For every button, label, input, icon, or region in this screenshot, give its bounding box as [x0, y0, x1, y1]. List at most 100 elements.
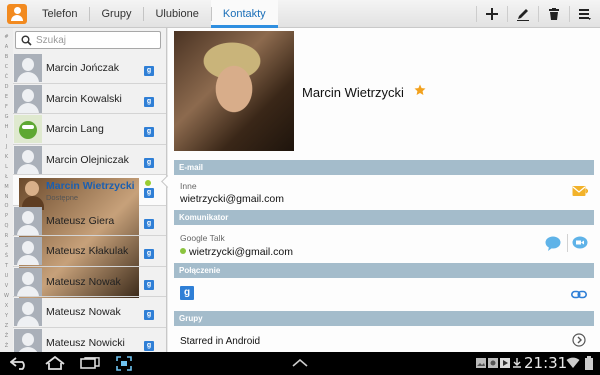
index-letter[interactable]: E	[0, 94, 13, 100]
index-letter[interactable]: V	[0, 283, 13, 289]
search-box[interactable]	[15, 31, 161, 49]
contact-row[interactable]: Marcin Jończak g	[13, 53, 166, 84]
contact-name: Marcin Kowalski	[46, 92, 122, 105]
contact-row[interactable]: Mateusz Kłakulak g	[13, 236, 166, 267]
index-letter[interactable]: N	[0, 194, 13, 200]
play-notification-icon	[500, 358, 510, 368]
contact-name: Marcin Lang	[46, 123, 104, 135]
email-value[interactable]: wietrzycki@gmail.com	[180, 193, 284, 205]
search-icon	[21, 35, 32, 46]
contact-row[interactable]: Mateusz Nowak g	[13, 267, 166, 297]
index-letter[interactable]: Z	[0, 323, 13, 329]
tab-bar: Telefon Grupy Ulubione Kontakty	[30, 0, 278, 28]
action-bar: Telefon Grupy Ulubione Kontakty	[0, 0, 600, 28]
index-letter[interactable]: #	[0, 34, 13, 40]
contact-photo[interactable]	[174, 31, 294, 151]
alphabet-index[interactable]: # A B C Ć D E F G H I J K L Ł M N O P Q R S Ś T U V W X Y Z Ź Ż	[0, 28, 13, 352]
index-letter[interactable]: B	[0, 54, 13, 60]
index-letter[interactable]: D	[0, 84, 13, 90]
contact-avatar	[14, 237, 42, 265]
contact-row[interactable]: Marcin Kowalski g	[13, 84, 166, 114]
home-icon[interactable]	[44, 356, 66, 370]
download-notification-icon	[513, 358, 521, 368]
contact-row[interactable]: Mateusz Nowak g	[13, 297, 166, 328]
email-type-label: Inne	[180, 181, 197, 191]
contact-name: Mateusz Nowicki	[46, 336, 125, 349]
contact-name: Mateusz Nowak	[46, 275, 121, 288]
send-email-icon[interactable]	[572, 185, 588, 197]
index-letter[interactable]: J	[0, 144, 13, 150]
index-letter[interactable]: Q	[0, 223, 13, 229]
index-letter[interactable]: Ź	[0, 333, 13, 339]
contact-list: Marcin Jończak g Marcin Kowalski g Marci…	[13, 53, 166, 352]
recent-apps-icon[interactable]	[80, 357, 100, 370]
action-buttons	[476, 0, 600, 28]
im-value[interactable]: wietrzycki@gmail.com	[180, 246, 293, 258]
favorite-star-icon[interactable]	[414, 84, 426, 96]
tab-groups[interactable]: Grupy	[89, 0, 143, 28]
add-icon	[485, 8, 498, 20]
contact-name: Mateusz Nowak	[46, 306, 121, 318]
add-contact-button[interactable]	[476, 0, 507, 28]
index-letter[interactable]: Y	[0, 313, 13, 319]
contact-row[interactable]: Marcin Olejniczak g	[13, 145, 166, 175]
index-letter[interactable]: L	[0, 164, 13, 170]
system-navigation-bar: 21:31	[0, 352, 600, 375]
edit-contact-button[interactable]	[507, 0, 538, 28]
edit-icon	[516, 9, 529, 21]
index-letter[interactable]: A	[0, 44, 13, 50]
index-letter[interactable]: K	[0, 154, 13, 160]
contact-row[interactable]: Marcin Lang g	[13, 114, 166, 145]
contacts-app-icon[interactable]	[7, 4, 27, 24]
video-chat-icon[interactable]	[572, 236, 588, 251]
index-letter[interactable]: R	[0, 233, 13, 239]
index-letter[interactable]: S	[0, 243, 13, 249]
index-letter[interactable]: O	[0, 203, 13, 209]
index-letter[interactable]: H	[0, 124, 13, 130]
search-input[interactable]	[36, 33, 156, 48]
index-letter[interactable]: Ż	[0, 343, 13, 349]
index-letter[interactable]: Ś	[0, 253, 13, 259]
menu-icon	[578, 9, 591, 20]
index-letter[interactable]: C	[0, 64, 13, 70]
divider	[567, 234, 568, 252]
index-letter[interactable]: M	[0, 184, 13, 190]
group-name[interactable]: Starred in Android	[180, 336, 260, 347]
contact-row-selected[interactable]: Marcin Wietrzycki Dostępne g	[13, 175, 166, 298]
contact-avatar	[14, 115, 42, 143]
link-icon[interactable]	[571, 290, 587, 299]
index-letter[interactable]: Ć	[0, 74, 13, 80]
google-account-icon: g	[144, 157, 154, 168]
index-letter[interactable]: U	[0, 273, 13, 279]
connection-section-header: Połączenie	[174, 263, 594, 278]
tab-favorites[interactable]: Ulubione	[143, 0, 210, 28]
index-letter[interactable]: T	[0, 263, 13, 269]
menu-button[interactable]	[569, 0, 600, 28]
contact-avatar	[14, 54, 42, 82]
index-letter[interactable]: I	[0, 134, 13, 140]
delete-contact-button[interactable]	[538, 0, 569, 28]
index-letter[interactable]: X	[0, 303, 13, 309]
screenshot-icon[interactable]	[116, 356, 132, 371]
online-status-icon	[180, 248, 186, 254]
chevron-up-icon[interactable]	[292, 359, 308, 367]
index-letter[interactable]: F	[0, 104, 13, 110]
groups-section-header: Grupy	[174, 311, 594, 326]
contact-avatar	[14, 206, 42, 235]
back-icon[interactable]	[10, 357, 30, 370]
chevron-right-icon[interactable]	[572, 333, 586, 347]
wifi-icon	[566, 357, 580, 368]
tab-contacts[interactable]: Kontakty	[210, 0, 278, 28]
contact-avatar	[14, 145, 42, 174]
contact-avatar	[14, 267, 42, 296]
contact-avatar	[14, 328, 42, 352]
google-account-icon: g	[144, 127, 154, 137]
index-letter[interactable]: Ł	[0, 174, 13, 180]
contact-row[interactable]: Mateusz Giera g	[13, 206, 166, 236]
index-letter[interactable]: G	[0, 114, 13, 120]
index-letter[interactable]: P	[0, 213, 13, 219]
chat-icon[interactable]	[545, 236, 561, 251]
tab-phone[interactable]: Telefon	[30, 0, 89, 28]
index-letter[interactable]: W	[0, 293, 13, 299]
contact-row[interactable]: Mateusz Nowicki g	[13, 328, 166, 352]
